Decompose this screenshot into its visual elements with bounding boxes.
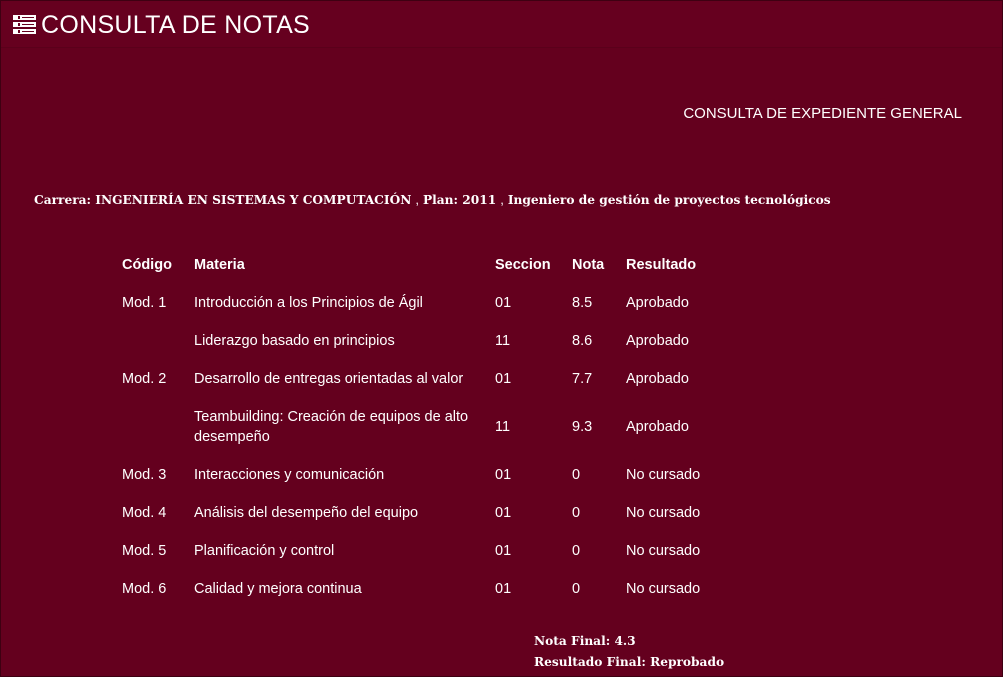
final-grade: Nota Final: 4.3 <box>534 634 636 648</box>
cell-subject: Liderazgo basado en principios <box>194 333 395 349</box>
cell-result: Aprobado <box>626 295 689 311</box>
cell-subject: Teambuilding: Creación de equipos de alt… <box>194 409 469 445</box>
cell-subject: Interacciones y comunicación <box>194 467 385 483</box>
header-code: Código <box>122 257 172 273</box>
menu-stack-icon[interactable] <box>13 15 36 34</box>
separator: , <box>500 192 504 207</box>
final-result: Resultado Final: Reprobado <box>534 655 725 669</box>
cell-result: No cursado <box>626 505 701 521</box>
cell-grade: 8.6 <box>572 333 593 349</box>
table-row: Mod. 4 Análisis del desempeño del equipo… <box>115 494 763 532</box>
table-row: Teambuilding: Creación de equipos de alt… <box>115 398 763 456</box>
cell-grade: 8.5 <box>572 295 593 311</box>
table-header-row: Código Materia Seccion Nota Resultado <box>115 246 763 284</box>
header-section: Seccion <box>495 257 551 273</box>
section-subtitle: CONSULTA DE EXPEDIENTE GENERAL <box>683 105 962 122</box>
separator: , <box>415 192 419 207</box>
cell-result: No cursado <box>626 467 701 483</box>
cell-grade: 0 <box>572 543 581 559</box>
cell-code <box>115 322 187 360</box>
final-summary: Nota Final: 4.3 Resultado Final: Reproba… <box>534 631 724 673</box>
career-info: Carrera: INGENIERÍA EN SISTEMAS Y COMPUT… <box>34 192 831 208</box>
grades-table: Código Materia Seccion Nota Resultado Mo… <box>115 246 763 608</box>
cell-section: 01 <box>495 581 512 597</box>
cell-grade: 7.7 <box>572 371 593 387</box>
page-frame: CONSULTA DE NOTAS CONSULTA DE EXPEDIENTE… <box>0 0 1003 677</box>
cell-subject: Calidad y mejora continua <box>194 581 362 597</box>
plan-text: Plan: 2011 <box>422 193 497 207</box>
cell-grade: 0 <box>572 581 581 597</box>
page-title: CONSULTA DE NOTAS <box>41 11 311 39</box>
cell-section: 01 <box>495 295 512 311</box>
table-row: Mod. 1 Introducción a los Principios de … <box>115 284 763 322</box>
cell-subject: Planificación y control <box>194 543 335 559</box>
header-subject: Materia <box>194 257 245 273</box>
career-text: Carrera: INGENIERÍA EN SISTEMAS Y COMPUT… <box>34 193 412 207</box>
app-header: CONSULTA DE NOTAS <box>1 1 1002 48</box>
cell-subject: Análisis del desempeño del equipo <box>194 505 419 521</box>
cell-code: Mod. 6 <box>122 581 167 597</box>
cell-code: Mod. 2 <box>122 371 167 387</box>
table-row: Liderazgo basado en principios 11 8.6 Ap… <box>115 322 763 360</box>
cell-code: Mod. 5 <box>122 543 167 559</box>
cell-result: Aprobado <box>626 333 689 349</box>
cell-section: 11 <box>495 419 511 435</box>
cell-result: Aprobado <box>626 419 689 435</box>
cell-result: Aprobado <box>626 371 689 387</box>
table-row: Mod. 3 Interacciones y comunicación 01 0… <box>115 456 763 494</box>
cell-grade: 9.3 <box>572 419 593 435</box>
cell-code: Mod. 1 <box>122 295 167 311</box>
cell-subject: Desarrollo de entregas orientadas al val… <box>194 371 464 387</box>
cell-code: Mod. 3 <box>122 467 167 483</box>
cell-code: Mod. 4 <box>122 505 167 521</box>
cell-subject: Introducción a los Principios de Ágil <box>194 295 423 311</box>
cell-section: 01 <box>495 467 512 483</box>
header-result: Resultado <box>626 257 697 273</box>
degree-text: Ingeniero de gestión de proyectos tecnol… <box>507 193 831 207</box>
cell-grade: 0 <box>572 505 581 521</box>
table-row: Mod. 2 Desarrollo de entregas orientadas… <box>115 360 763 398</box>
table-row: Mod. 5 Planificación y control 01 0 No c… <box>115 532 763 570</box>
cell-code <box>115 398 187 456</box>
cell-result: No cursado <box>626 581 701 597</box>
cell-section: 11 <box>495 333 511 349</box>
cell-grade: 0 <box>572 467 581 483</box>
table-row: Mod. 6 Calidad y mejora continua 01 0 No… <box>115 570 763 608</box>
cell-section: 01 <box>495 505 512 521</box>
header-grade: Nota <box>572 257 605 273</box>
cell-section: 01 <box>495 543 512 559</box>
cell-section: 01 <box>495 371 512 387</box>
cell-result: No cursado <box>626 543 701 559</box>
